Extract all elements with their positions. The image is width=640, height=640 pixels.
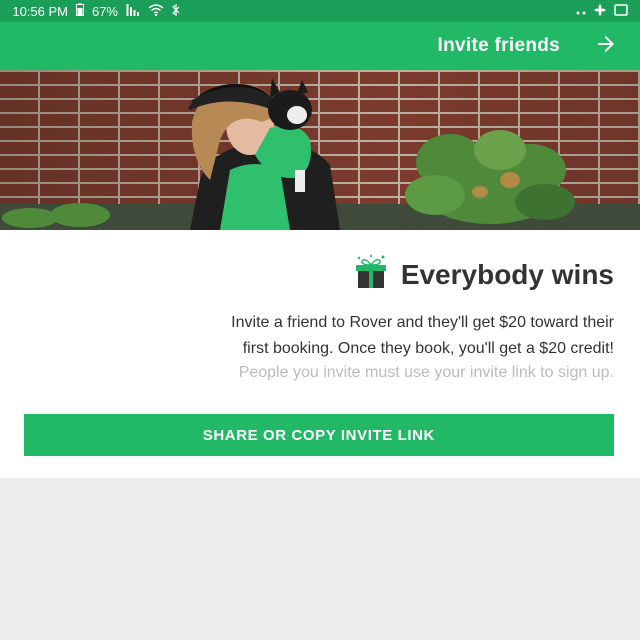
heading-row: Everybody wins <box>353 254 614 295</box>
description-line-2: first booking. Once they book, you'll ge… <box>242 340 614 357</box>
notification-icon <box>614 3 628 19</box>
share-invite-link-button[interactable]: SHARE OR COPY INVITE LINK <box>24 414 614 456</box>
app-bar: Invite friends <box>0 22 640 70</box>
arrow-back-icon <box>594 32 618 61</box>
description-line-1: Invite a friend to Rover and they'll get… <box>231 314 614 331</box>
signal-icon <box>126 3 140 19</box>
fan-icon <box>594 3 606 19</box>
invite-hint: People you invite must use your invite l… <box>24 362 614 384</box>
wifi-icon <box>148 3 164 19</box>
share-button-label: SHARE OR COPY INVITE LINK <box>202 426 436 444</box>
status-bar: 67% 10:56 PM <box>0 0 640 22</box>
page-title: Invite friends <box>437 35 560 56</box>
hero-image <box>0 70 640 230</box>
status-time: 10:56 PM <box>12 3 68 19</box>
woman-holding-dog-photo <box>2 78 575 230</box>
shrub <box>405 130 575 224</box>
gift-icon <box>353 254 389 295</box>
battery-percent: 67% <box>91 3 118 19</box>
more-notifications-icon <box>576 4 586 18</box>
battery-icon <box>75 3 84 19</box>
heading: Everybody wins <box>400 258 614 290</box>
status-left <box>576 3 628 19</box>
hint-line: People you invite must use your invite l… <box>238 364 614 381</box>
invite-description: Invite a friend to Rover and they'll get… <box>24 310 614 362</box>
bluetooth-icon <box>171 3 180 19</box>
invite-card: Everybody wins Invite a friend to Rover … <box>0 230 640 478</box>
back-button[interactable] <box>588 28 624 64</box>
app-screen: 67% 10:56 PM Invite friends Everybody wi… <box>0 0 640 640</box>
status-right: 67% 10:56 PM <box>12 3 180 19</box>
